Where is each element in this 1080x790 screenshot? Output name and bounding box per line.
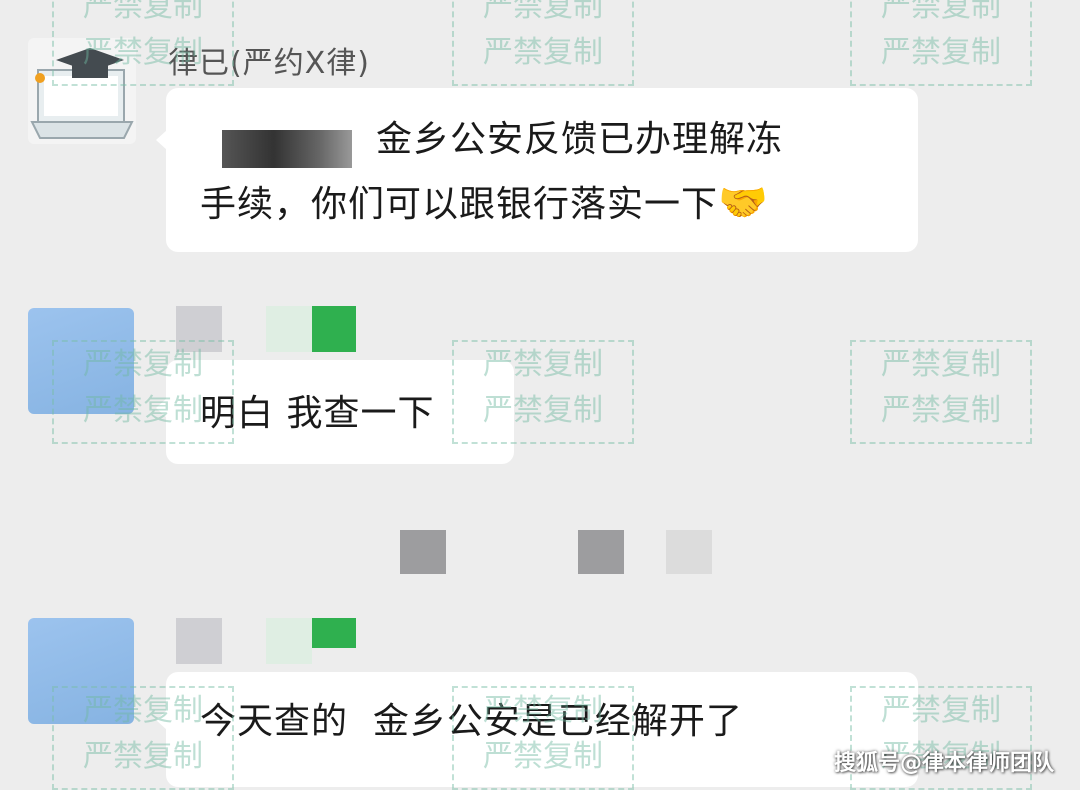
watermark: 严禁复制 严禁复制 [452, 0, 634, 86]
redacted-name [222, 130, 352, 168]
message-text: 明白 我查一下 [200, 393, 435, 434]
avatar[interactable] [28, 38, 136, 144]
message-bubble[interactable]: 明白 我查一下 [156, 360, 514, 464]
message-text-line2: 手续，你们可以跟银行落实一下🤝 [200, 173, 769, 235]
redacted-sender [266, 306, 312, 352]
redacted-timestamp [578, 530, 624, 574]
message-text-line1: 金乡公安反馈已办理解冻 [376, 119, 784, 160]
watermark: 严禁复制 严禁复制 [850, 340, 1032, 444]
redacted-sender [176, 306, 222, 352]
avatar[interactable] [28, 618, 134, 724]
sender-name: 律已(严约X律) [168, 46, 370, 81]
message-bubble[interactable]: 今天查的 金乡公安是已经解开了 [156, 672, 918, 787]
message-text: 手续，你们可以跟银行落实一下 [200, 184, 719, 225]
handshake-emoji: 🤝 [718, 180, 769, 226]
source-watermark: 搜狐号@律本律师团队 [833, 751, 1054, 776]
redacted-timestamp [666, 530, 712, 574]
avatar[interactable] [28, 308, 134, 414]
redacted-sender [312, 306, 356, 352]
redacted-sender [266, 618, 312, 664]
watermark: 严禁复制 严禁复制 [850, 0, 1032, 86]
laptop-avatar-icon [30, 48, 134, 139]
redacted-timestamp [400, 530, 446, 574]
message-text: 今天查的 金乡公安是已经解开了 [200, 701, 743, 742]
redacted-sender [176, 618, 222, 664]
redacted-sender [312, 618, 356, 648]
message-bubble[interactable]: 金乡公安反馈已办理解冻 手续，你们可以跟银行落实一下🤝 [156, 88, 918, 252]
